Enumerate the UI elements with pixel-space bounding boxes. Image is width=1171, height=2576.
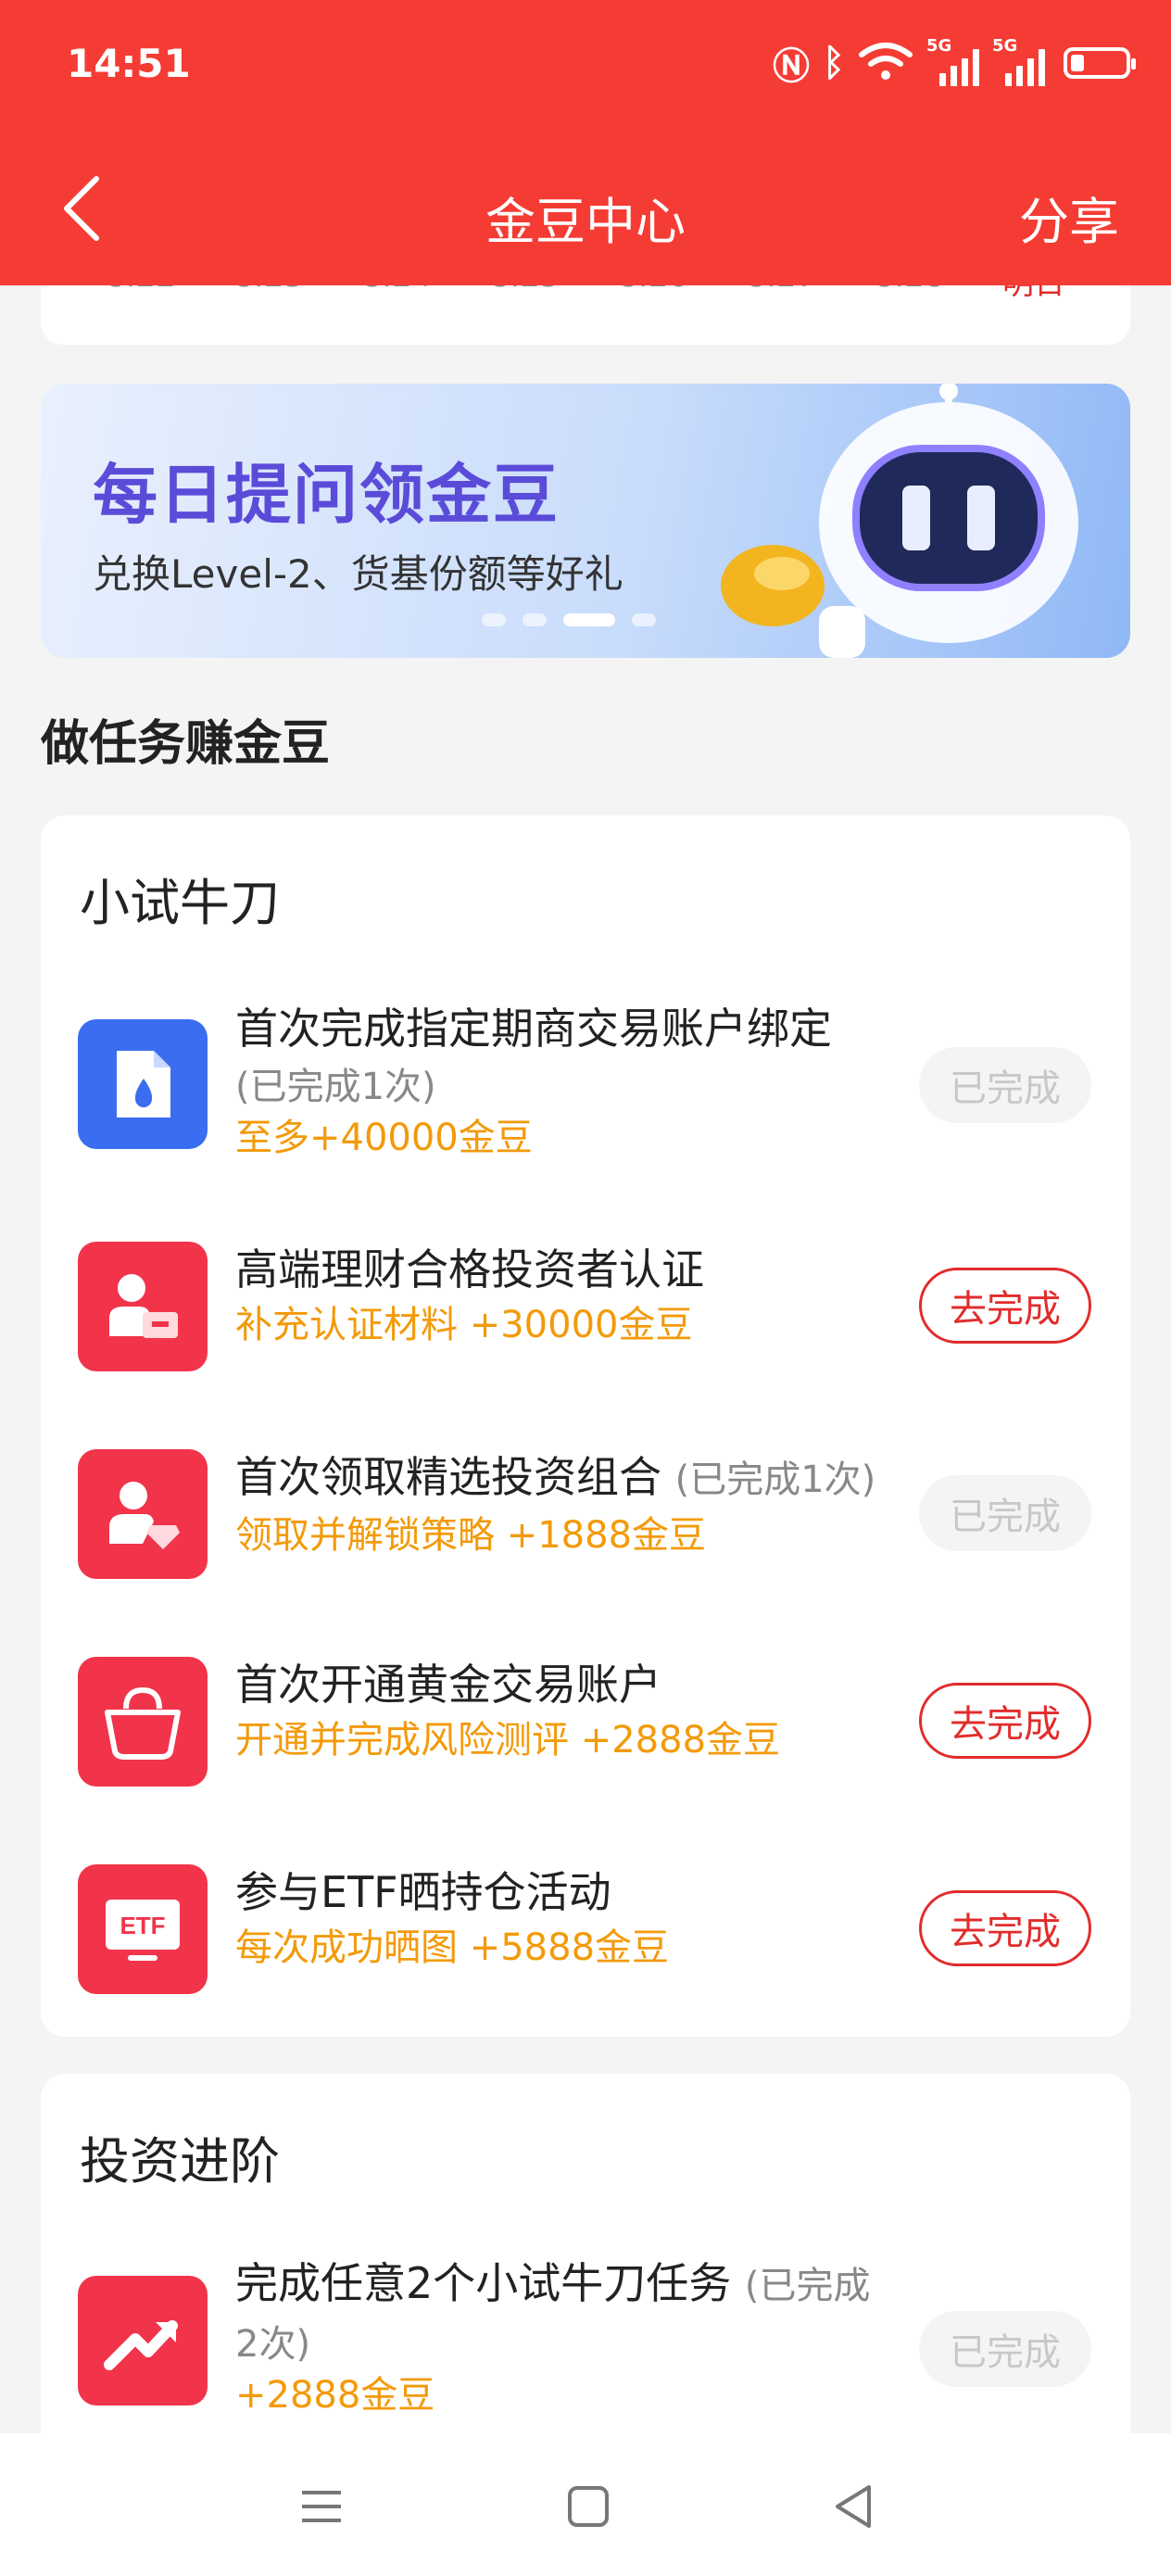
task-group-card: 投资进阶 完成任意2个小试牛刀任务 (已完成 2次) +2888金豆 已完成	[41, 2074, 1130, 2463]
gold-bag-icon	[78, 1657, 208, 1787]
task-status-button[interactable]: 已完成	[919, 1475, 1091, 1551]
task-reward: 补充认证材料 +30000金豆	[235, 1304, 693, 1346]
etf-label: ETF	[120, 1912, 165, 1939]
task-row[interactable]: 首次开通黄金交易账户 开通并完成风险测评 +2888金豆 去完成	[41, 1657, 1130, 1787]
task-go-button[interactable]: 去完成	[919, 1890, 1091, 1966]
file-drop-icon	[78, 1019, 208, 1149]
home-button[interactable]	[556, 2474, 621, 2539]
status-time: 14:51	[67, 41, 191, 86]
trend-arrow-icon	[78, 2276, 208, 2406]
task-reward: 领取并解锁策略 +1888金豆	[235, 1514, 707, 1557]
task-reward: +2888金豆	[235, 2374, 435, 2417]
group-title: 小试牛刀	[80, 874, 280, 932]
task-title: 首次领取精选投资组合	[235, 1452, 661, 1502]
user-diamond-icon	[78, 1449, 208, 1579]
nfc-icon: Ⓝ	[773, 45, 810, 88]
robot-mascot-icon	[721, 384, 1078, 658]
task-go-button[interactable]: 去完成	[919, 1683, 1091, 1759]
banner-subtitle: 兑换Level-2、货基份额等好礼	[93, 551, 623, 597]
task-title: 首次开通黄金交易账户	[235, 1660, 661, 1710]
task-status-button[interactable]: 已完成	[919, 1047, 1091, 1123]
cell-signal-1-icon: 5G	[926, 36, 979, 86]
task-row[interactable]: 首次领取精选投资组合 (已完成1次) 领取并解锁策略 +1888金豆 已完成	[41, 1449, 1130, 1579]
carousel-dot	[632, 613, 656, 626]
wifi-icon	[859, 43, 913, 80]
promo-banner[interactable]: 每日提问领金豆 兑换Level-2、货基份额等好礼	[41, 384, 1130, 658]
task-row[interactable]: 完成任意2个小试牛刀任务 (已完成 2次) +2888金豆 已完成	[41, 2255, 1130, 2441]
task-note-continued: 2次)	[235, 2323, 311, 2366]
task-title: 参与ETF晒持仓活动	[235, 1867, 611, 1917]
triangle-back-icon	[836, 2485, 871, 2528]
user-card-icon	[78, 1242, 208, 1371]
square-icon	[568, 2486, 609, 2527]
system-nav-bar	[0, 2433, 1171, 2576]
task-status-button[interactable]: 已完成	[919, 2311, 1091, 2387]
task-title: 完成任意2个小试牛刀任务	[235, 2258, 732, 2308]
system-back-button[interactable]	[821, 2474, 886, 2539]
carousel-indicator	[482, 613, 656, 626]
app-header: 14:51 Ⓝ ᛒ 5G 5G 金豆中心 分享	[0, 0, 1171, 285]
task-row[interactable]: 高端理财合格投资者认证 补充认证材料 +30000金豆 去完成	[41, 1242, 1130, 1371]
task-row[interactable]: ETF 参与ETF晒持仓活动 每次成功晒图 +5888金豆 去完成	[41, 1864, 1130, 1994]
bluetooth-icon: ᛒ	[823, 42, 845, 84]
carousel-dot	[563, 613, 615, 626]
menu-icon	[302, 2491, 341, 2522]
section-title: 做任务赚金豆	[41, 716, 331, 772]
cell-signal-2-icon: 5G	[992, 36, 1045, 86]
task-go-button[interactable]: 去完成	[919, 1268, 1091, 1344]
menu-button[interactable]	[289, 2474, 354, 2539]
carousel-dot	[482, 613, 506, 626]
task-row[interactable]: 首次完成指定期商交易账户绑定 (已完成1次) 至多+40000金豆 已完成	[41, 1001, 1130, 1195]
task-group-card: 小试牛刀 首次完成指定期商交易账户绑定 (已完成1次) 至多+40000金豆 已…	[41, 815, 1130, 2037]
share-button[interactable]: 分享	[1019, 181, 1119, 254]
task-note: (已完成	[744, 2265, 871, 2307]
status-icons: Ⓝ ᛒ 5G 5G	[773, 36, 1136, 89]
task-title: 首次完成指定期商交易账户绑定	[235, 1004, 832, 1054]
task-reward: 开通并完成风险测评 +2888金豆	[235, 1719, 781, 1762]
battery-icon	[1064, 47, 1136, 79]
task-reward: 至多+40000金豆	[235, 1117, 533, 1159]
task-reward: 每次成功晒图 +5888金豆	[235, 1926, 670, 1969]
banner-title: 每日提问领金豆	[93, 457, 560, 533]
etf-screen-icon: ETF	[78, 1864, 208, 1994]
page-title: 金豆中心	[485, 193, 686, 251]
carousel-dot	[523, 613, 547, 626]
task-note: (已完成1次)	[235, 1066, 436, 1108]
task-title: 高端理财合格投资者认证	[235, 1244, 704, 1294]
group-title: 投资进阶	[80, 2132, 280, 2191]
task-note: (已完成1次)	[674, 1458, 876, 1501]
